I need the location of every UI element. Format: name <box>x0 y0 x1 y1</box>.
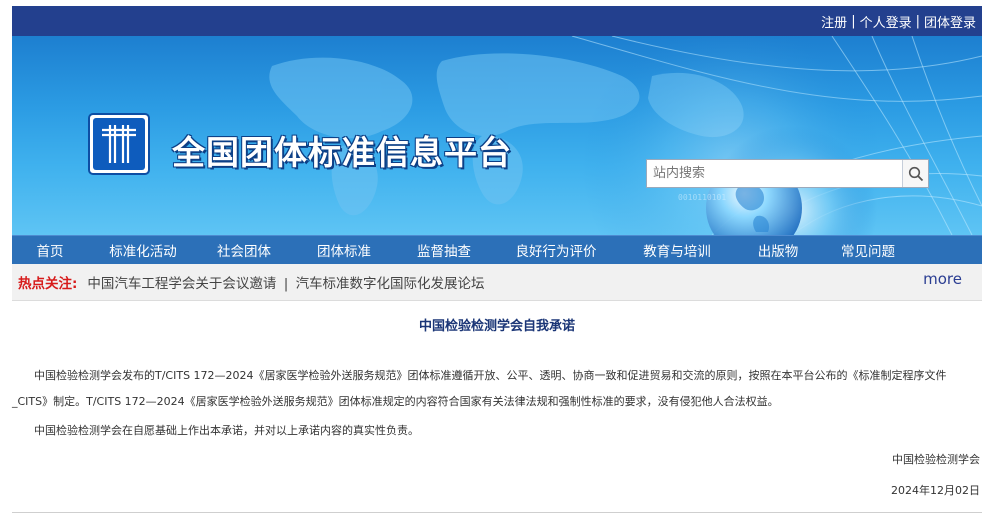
nav-item-home[interactable]: 首页 <box>12 240 88 260</box>
hot-topics-label: 热点关注: <box>18 276 78 292</box>
nav-item-publications[interactable]: 出版物 <box>732 240 824 260</box>
nav-item-social-groups[interactable]: 社会团体 <box>198 240 290 260</box>
header-banner: 0101001011 1101010010 0010110101 全国团体标准信… <box>12 36 982 235</box>
site-title: 全国团体标准信息平台 <box>172 133 512 172</box>
article-title: 中国检验检测学会自我承诺 <box>418 319 575 334</box>
article-paragraph: 中国检验检测学会在自愿基础上作出本承诺，并对以上承诺内容的真实性负责。 <box>34 424 419 437</box>
separator: | <box>851 13 856 29</box>
group-login-link[interactable]: 团体登录 <box>924 12 976 31</box>
svg-text:0010110101: 0010110101 <box>678 193 726 202</box>
search-box <box>646 159 929 188</box>
top-bar: 注册 | 个人登录 | 团体登录 <box>12 6 982 36</box>
search-icon <box>908 166 923 181</box>
nav-item-education[interactable]: 教育与培训 <box>622 240 732 260</box>
platform-logo <box>88 113 150 175</box>
nav-item-supervision[interactable]: 监督抽查 <box>398 240 490 260</box>
nav-item-good-behavior[interactable]: 良好行为评价 <box>490 240 622 260</box>
article-paragraph: 中国检验检测学会发布的T/CITS 172—2024《居家医学检验外送服务规范》… <box>12 369 947 408</box>
hot-topic-item[interactable]: 中国汽车工程学会关于会议邀请 <box>87 276 276 292</box>
separator: | <box>915 13 920 29</box>
register-link[interactable]: 注册 <box>821 12 847 31</box>
hot-topics-bar: 热点关注: 中国汽车工程学会关于会议邀请 | 汽车标准数字化国际化发展论坛 mo… <box>12 264 982 301</box>
page: 注册 | 个人登录 | 团体登录 0010110101 全国团体标准信息平台 站… <box>12 6 982 526</box>
article-date: 2024年12月02日 <box>891 484 980 497</box>
more-link[interactable]: more <box>923 270 962 288</box>
hot-topic-item[interactable]: 汽车标准数字化国际化发展论坛 <box>296 276 485 292</box>
nav-item-standardization-activities[interactable]: 标准化活动 <box>88 240 198 260</box>
nav-item-faq[interactable]: 常见问题 <box>824 240 912 260</box>
article: 中国检验检测学会自我承诺 中国检验检测学会发布的T/CITS 172—2024《… <box>12 301 982 526</box>
bottom-divider <box>12 512 982 513</box>
nav-item-group-standards[interactable]: 团体标准 <box>290 240 398 260</box>
separator: | <box>283 276 289 292</box>
article-signature: 中国检验检测学会 <box>892 453 980 466</box>
main-nav: 首页 标准化活动 社会团体 团体标准 监督抽查 良好行为评价 教育与培训 出版物… <box>12 235 982 264</box>
personal-login-link[interactable]: 个人登录 <box>860 12 912 31</box>
hot-topics-marquee: 中国汽车工程学会关于会议邀请 | 汽车标准数字化国际化发展论坛 <box>87 272 484 292</box>
search-button[interactable] <box>902 160 928 187</box>
search-input[interactable] <box>647 160 902 187</box>
